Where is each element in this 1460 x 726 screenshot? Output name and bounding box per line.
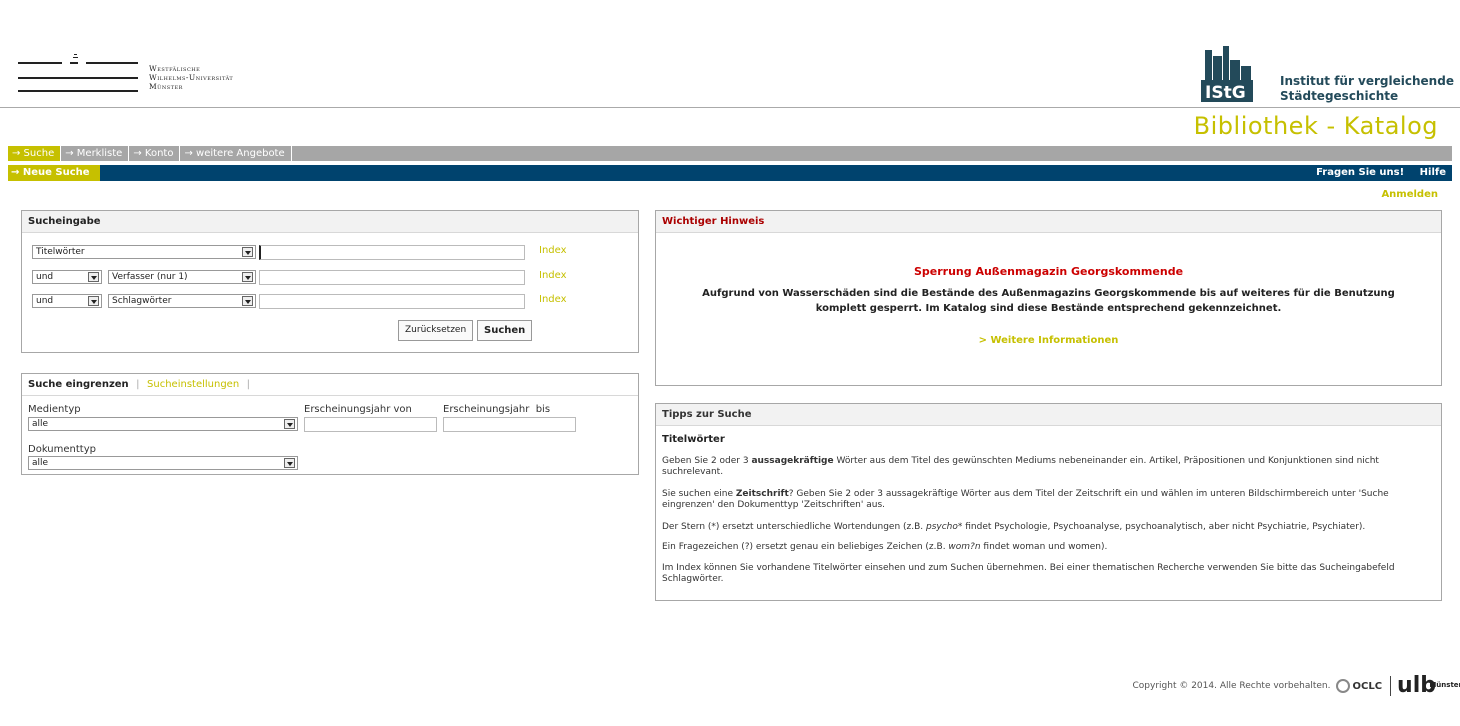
sub-navigation: → Neue Suche Fragen Sie uns! Hilfe	[8, 165, 1452, 181]
tips-panel: Tipps zur Suche Titelwörter Geben Sie 2 …	[655, 403, 1442, 601]
tip-paragraph: Geben Sie 2 oder 3 aussagekräftige Wörte…	[662, 456, 1379, 477]
search-field-select-2[interactable]: Verfasser (nur 1)	[108, 270, 256, 284]
login-link[interactable]: Anmelden	[1381, 189, 1438, 200]
nav-item-weitere-angebote[interactable]: → weitere Angebote	[180, 146, 292, 161]
restrict-panel-title: Suche eingrenzen	[28, 379, 129, 390]
year-to-label: Erscheinungsjahr bis	[443, 404, 551, 415]
chevron-down-icon	[242, 272, 253, 282]
nav-item-konto[interactable]: → Konto	[129, 146, 181, 161]
page-header: Westfälische Wilhelms-Universität Münste…	[0, 0, 1460, 108]
nav-item-merkliste[interactable]: → Merkliste	[61, 146, 130, 161]
tips-subtitle: Titelwörter	[662, 434, 725, 445]
index-link-3[interactable]: Index	[539, 294, 567, 305]
year-from-label: Erscheinungsjahr von	[304, 404, 412, 415]
chevron-down-icon	[284, 419, 295, 429]
help-link[interactable]: Hilfe	[1420, 167, 1446, 178]
year-to-input[interactable]	[443, 417, 576, 432]
search-input-3[interactable]	[259, 294, 525, 309]
media-type-select[interactable]: alle	[28, 417, 298, 431]
notice-heading: Sperrung Außenmagazin Georgskommende	[913, 265, 1184, 278]
notice-panel-title: Wichtiger Hinweis	[656, 211, 1441, 233]
search-input-2[interactable]	[259, 270, 525, 285]
search-input-1[interactable]	[259, 245, 525, 260]
main-navigation: → Suche → Merkliste → Konto → weitere An…	[8, 146, 1452, 161]
search-button[interactable]: Suchen	[477, 320, 533, 341]
nav-item-suche[interactable]: → Suche	[8, 146, 62, 161]
media-type-label: Medientyp	[28, 404, 81, 415]
ask-us-link[interactable]: Fragen Sie uns!	[1316, 167, 1404, 178]
chevron-down-icon	[88, 272, 99, 282]
year-from-input[interactable]	[304, 417, 437, 432]
tip-paragraph: Ein Fragezeichen (?) ersetzt genau ein b…	[662, 542, 1108, 552]
chevron-down-icon	[284, 458, 295, 468]
search-field-select-3[interactable]: Schlagwörter	[108, 294, 256, 308]
tab-sucheinstellungen[interactable]: Sucheinstellungen	[147, 379, 239, 390]
index-link-1[interactable]: Index	[539, 245, 567, 256]
tip-paragraph: Der Stern (*) ersetzt unterschiedliche W…	[662, 522, 1366, 532]
wwu-logo[interactable]	[18, 42, 138, 98]
more-info-link[interactable]: > Weitere Informationen	[656, 335, 1441, 346]
istg-logo-icon[interactable]: IStG	[1197, 44, 1257, 104]
tip-paragraph: Sie suchen eine Zeitschrift? Geben Sie 2…	[662, 489, 1389, 510]
search-field-select-1[interactable]: Titelwörter	[32, 245, 256, 259]
notice-body: Aufgrund von Wasserschäden sind die Best…	[702, 288, 1395, 314]
search-panel: Sucheingabe Titelwörter Index und Verfas…	[21, 210, 639, 353]
notice-panel: Wichtiger Hinweis Sperrung Außenmagazin …	[655, 210, 1442, 386]
ulb-logo[interactable]: ulb Münster	[1390, 675, 1460, 697]
reset-button[interactable]: Zurücksetzen	[398, 320, 474, 341]
search-panel-title: Sucheingabe	[22, 211, 638, 233]
oclc-ring-icon	[1336, 679, 1351, 693]
nav-item-neue-suche[interactable]: → Neue Suche	[8, 165, 100, 181]
university-name: Westfälische Wilhelms-Universität Münste…	[149, 64, 234, 91]
operator-select-2[interactable]: und	[32, 270, 102, 284]
operator-select-3[interactable]: und	[32, 294, 102, 308]
document-type-label: Dokumenttyp	[28, 444, 96, 455]
oclc-logo[interactable]: OCLC	[1336, 679, 1382, 693]
svg-text:IStG: IStG	[1205, 83, 1246, 103]
index-link-2[interactable]: Index	[539, 270, 567, 281]
chevron-down-icon	[242, 247, 253, 257]
document-type-select[interactable]: alle	[28, 456, 298, 470]
restrict-panel: Suche eingrenzen | Sucheinstellungen | M…	[21, 373, 639, 475]
tips-panel-title: Tipps zur Suche	[656, 404, 1441, 426]
copyright-text: Copyright © 2014. Alle Rechte vorbehalte…	[1132, 681, 1331, 691]
chevron-down-icon	[242, 296, 253, 306]
footer: Copyright © 2014. Alle Rechte vorbehalte…	[1132, 675, 1460, 697]
tip-paragraph: Im Index können Sie vorhandene Titelwört…	[662, 563, 1395, 584]
institute-name: Institut für vergleichende Städtegeschic…	[1280, 74, 1454, 103]
catalog-title: Bibliothek - Katalog	[1193, 112, 1438, 140]
chevron-down-icon	[88, 296, 99, 306]
